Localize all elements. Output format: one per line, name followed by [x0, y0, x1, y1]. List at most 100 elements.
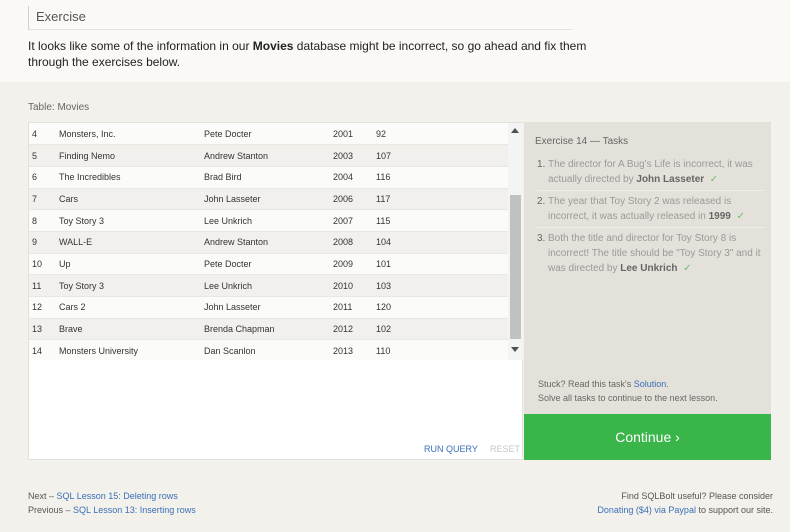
- exercise-intro: It looks like some of the information in…: [28, 38, 588, 70]
- prev-prefix: Previous –: [28, 505, 74, 515]
- cell-length: 107: [376, 144, 508, 167]
- cell-year: 2006: [333, 188, 376, 211]
- cell-id: 8: [29, 209, 59, 232]
- cell-title: Cars: [59, 188, 204, 211]
- cell-director: John Lasseter: [204, 188, 333, 211]
- cell-length: 115: [376, 209, 508, 232]
- cell-length: 120: [376, 296, 508, 319]
- task-number: 1.: [537, 159, 546, 170]
- table-row: 9 WALL-E Andrew Stanton 2008 104: [29, 231, 508, 254]
- run-query-button[interactable]: RUN QUERY: [424, 444, 478, 454]
- scroll-down-arrow-icon[interactable]: [511, 347, 519, 352]
- check-icon: ✓: [736, 211, 745, 222]
- donate-line: Donating ($4) via Paypal to support our …: [597, 503, 773, 517]
- table-row: 13 Brave Brenda Chapman 2012 102: [29, 318, 508, 341]
- cell-director: Lee Unkrich: [204, 274, 333, 297]
- cell-year: 2013: [333, 339, 376, 360]
- cell-title: Monsters, Inc.: [59, 123, 204, 146]
- cell-length: 117: [376, 188, 508, 211]
- table-label: Table: Movies: [28, 102, 90, 113]
- table-row: 10 Up Pete Docter 2009 101: [29, 253, 508, 276]
- cell-length: 92: [376, 123, 508, 146]
- task-item-3: 3. Both the title and director for Toy S…: [537, 231, 765, 276]
- table-row: 6 The Incredibles Brad Bird 2004 116: [29, 166, 508, 189]
- cell-director: Pete Docter: [204, 253, 333, 276]
- table-row: 14 Monsters University Dan Scanlon 2013 110: [29, 339, 508, 360]
- exercise-header: Exercise: [28, 6, 572, 30]
- solve-all-text: Solve all tasks to continue to the next …: [538, 393, 718, 403]
- task-number: 3.: [537, 233, 546, 244]
- cell-year: 2004: [333, 166, 376, 189]
- find-useful-text: Find SQLBolt useful? Please consider: [621, 491, 773, 501]
- exercise-section: Exercise It looks like some of the infor…: [0, 0, 790, 82]
- cell-id: 4: [29, 123, 59, 146]
- cell-id: 12: [29, 296, 59, 319]
- scroll-thumb[interactable]: [510, 195, 521, 339]
- cell-director: Lee Unkrich: [204, 209, 333, 232]
- cell-title: Cars 2: [59, 296, 204, 319]
- cell-title: WALL-E: [59, 231, 204, 254]
- previous-lesson-line: Previous – SQL Lesson 13: Inserting rows: [28, 503, 196, 517]
- tasks-title: Exercise 14 — Tasks: [535, 136, 629, 147]
- stuck-suffix: .: [666, 379, 669, 389]
- previous-lesson-link[interactable]: SQL Lesson 13: Inserting rows: [73, 505, 196, 515]
- task-bold: 1999: [708, 211, 731, 222]
- cell-id: 10: [29, 253, 59, 276]
- scroll-up-arrow-icon[interactable]: [511, 128, 519, 133]
- results-table: 4 Monsters, Inc. Pete Docter 2001 92 5 Finding…: [29, 123, 508, 360]
- task-text: The year that Toy Story 2 was released i…: [548, 196, 732, 222]
- cell-length: 110: [376, 339, 508, 360]
- results-table-wrap[interactable]: 4 Monsters, Inc. Pete Docter 2001 92 5 Finding…: [29, 123, 508, 360]
- cell-title: Monsters University: [59, 339, 204, 360]
- task-bold: John Lasseter: [636, 174, 705, 185]
- cell-title: Toy Story 3: [59, 274, 204, 297]
- cell-year: 2011: [333, 296, 376, 319]
- table-row: 12 Cars 2 John Lasseter 2011 120: [29, 296, 508, 319]
- cell-id: 11: [29, 274, 59, 297]
- cell-year: 2009: [333, 253, 376, 276]
- cell-length: 102: [376, 318, 508, 341]
- intro-prefix: It looks like some of the information in…: [28, 39, 253, 53]
- cell-director: Brenda Chapman: [204, 318, 333, 341]
- lesson-navigation: Next – SQL Lesson 15: Deleting rows Prev…: [28, 489, 196, 517]
- continue-button[interactable]: Continue ›: [524, 414, 771, 460]
- cell-year: 2010: [333, 274, 376, 297]
- table-row: 5 Finding Nemo Andrew Stanton 2003 107: [29, 144, 508, 167]
- query-panel: 4 Monsters, Inc. Pete Docter 2001 92 5 Finding…: [28, 122, 523, 460]
- cell-director: Andrew Stanton: [204, 231, 333, 254]
- task-item-2: 2. The year that Toy Story 2 was release…: [537, 194, 765, 224]
- donate-link[interactable]: Donating ($4) via Paypal: [597, 505, 696, 515]
- table-row: 8 Toy Story 3 Lee Unkrich 2007 115: [29, 209, 508, 232]
- cell-id: 7: [29, 188, 59, 211]
- cell-title: The Incredibles: [59, 166, 204, 189]
- next-lesson-link[interactable]: SQL Lesson 15: Deleting rows: [57, 491, 178, 501]
- cell-id: 9: [29, 231, 59, 254]
- cell-length: 116: [376, 166, 508, 189]
- table-scrollbar[interactable]: [508, 123, 523, 360]
- stuck-prefix: Stuck? Read this task's: [538, 379, 634, 389]
- cell-id: 6: [29, 166, 59, 189]
- cell-length: 101: [376, 253, 508, 276]
- cell-length: 103: [376, 274, 508, 297]
- cell-year: 2007: [333, 209, 376, 232]
- cell-title: Brave: [59, 318, 204, 341]
- task-item-1: 1. The director for A Bug's Life is inco…: [537, 157, 765, 187]
- cell-year: 2008: [333, 231, 376, 254]
- cell-director: Andrew Stanton: [204, 144, 333, 167]
- reset-button[interactable]: RESET: [490, 444, 520, 454]
- cell-title: Toy Story 3: [59, 209, 204, 232]
- cell-id: 14: [29, 339, 59, 360]
- next-lesson-line: Next – SQL Lesson 15: Deleting rows: [28, 489, 196, 503]
- task-divider: [537, 190, 765, 191]
- task-bold: Lee Unkrich: [620, 263, 678, 274]
- task-divider: [537, 227, 765, 228]
- stuck-line: Stuck? Read this task's Solution.: [538, 377, 718, 391]
- cell-director: Brad Bird: [204, 166, 333, 189]
- cell-id: 13: [29, 318, 59, 341]
- cell-year: 2001: [333, 123, 376, 146]
- solution-link[interactable]: Solution: [634, 379, 667, 389]
- table-row: 7 Cars John Lasseter 2006 117: [29, 188, 508, 211]
- cell-title: Up: [59, 253, 204, 276]
- intro-bold: Movies: [252, 39, 294, 53]
- check-icon: ✓: [683, 263, 692, 274]
